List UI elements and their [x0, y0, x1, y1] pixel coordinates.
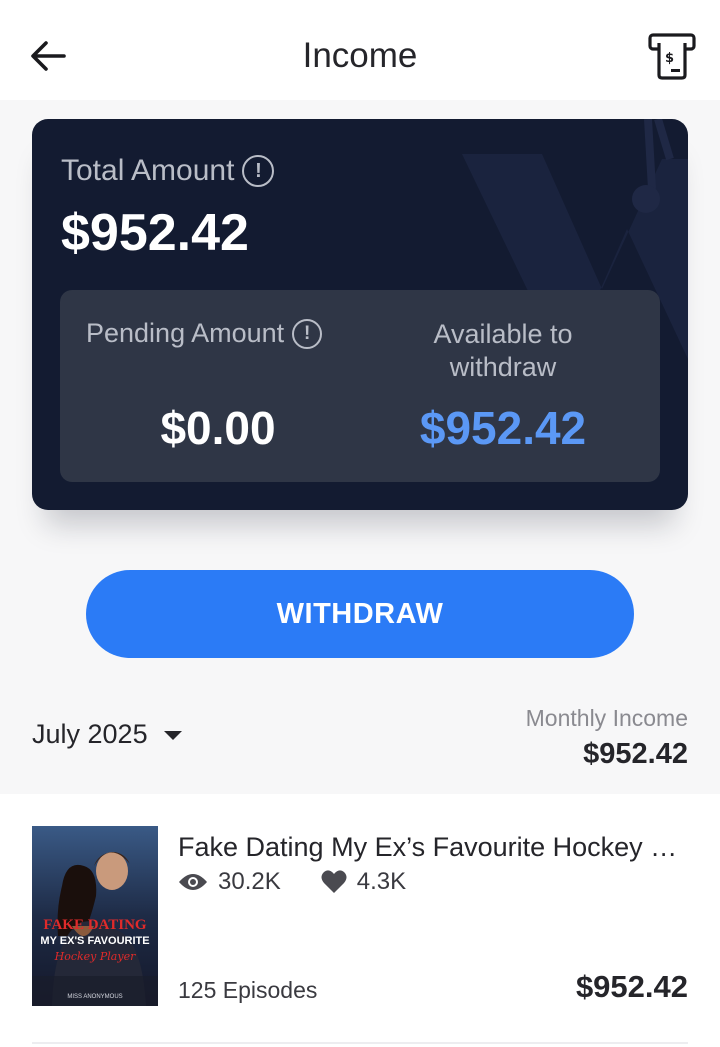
- income-summary-card: Total Amount ! $952.42 Pending Amount ! …: [32, 119, 688, 510]
- views-count: 30.2K: [218, 868, 281, 895]
- heart-icon: [321, 870, 347, 893]
- pending-amount-label: Pending Amount !: [86, 318, 323, 349]
- atm-cash-icon: $: [648, 33, 696, 80]
- month-label: July 2025: [32, 718, 148, 749]
- likes-stat: 4.3K: [321, 868, 406, 896]
- cover-title-line3: Hockey Player: [54, 950, 136, 963]
- info-icon[interactable]: !: [242, 155, 275, 187]
- total-amount-label: Total Amount !: [61, 154, 275, 188]
- cover-title-line1: FAKE DATING: [43, 917, 147, 933]
- list-item[interactable]: FAKE DATING MY EX'S FAVOURITE Hockey Pla…: [0, 794, 720, 1042]
- episodes-count: 125 Episodes: [178, 977, 318, 1003]
- page-title: Income: [302, 36, 418, 75]
- views-stat: 30.2K: [178, 868, 281, 896]
- available-to-withdraw-value: $952.42: [419, 402, 587, 454]
- eye-icon: [179, 874, 207, 890]
- monthly-income-label: Monthly Income: [525, 705, 688, 731]
- book-stats: 30.2K 4.3K: [178, 868, 406, 896]
- divider: [32, 1042, 688, 1044]
- app-header: Income $: [0, 0, 720, 100]
- svg-text:$: $: [665, 51, 674, 66]
- cover-title-line2: MY EX'S FAVOURITE: [40, 935, 150, 947]
- pending-amount-value: $0.00: [160, 402, 276, 454]
- monthly-income-value: $952.42: [583, 738, 688, 770]
- book-cover-image: [32, 826, 158, 1006]
- book-title: Fake Dating My Ex’s Favourite Hockey Pla…: [178, 832, 688, 862]
- balance-breakdown: Pending Amount ! $0.00 Available to with…: [60, 290, 660, 482]
- book-income-value: $952.42: [575, 969, 688, 1004]
- info-icon[interactable]: !: [292, 318, 323, 349]
- book-cover: FAKE DATING MY EX'S FAVOURITE Hockey Pla…: [32, 826, 158, 1006]
- cover-author: MISS ANONYMOUS: [67, 994, 123, 1000]
- book-income-list: FAKE DATING MY EX'S FAVOURITE Hockey Pla…: [0, 794, 720, 1047]
- likes-count: 4.3K: [356, 868, 407, 895]
- withdraw-button[interactable]: WITHDRAW: [86, 570, 634, 658]
- total-amount-value: $952.42: [61, 204, 249, 262]
- available-to-withdraw-label: Available to withdraw: [433, 319, 573, 382]
- month-dropdown[interactable]: July 2025: [32, 716, 182, 752]
- atm-button[interactable]: $: [644, 28, 700, 84]
- caret-down-icon: [163, 731, 182, 740]
